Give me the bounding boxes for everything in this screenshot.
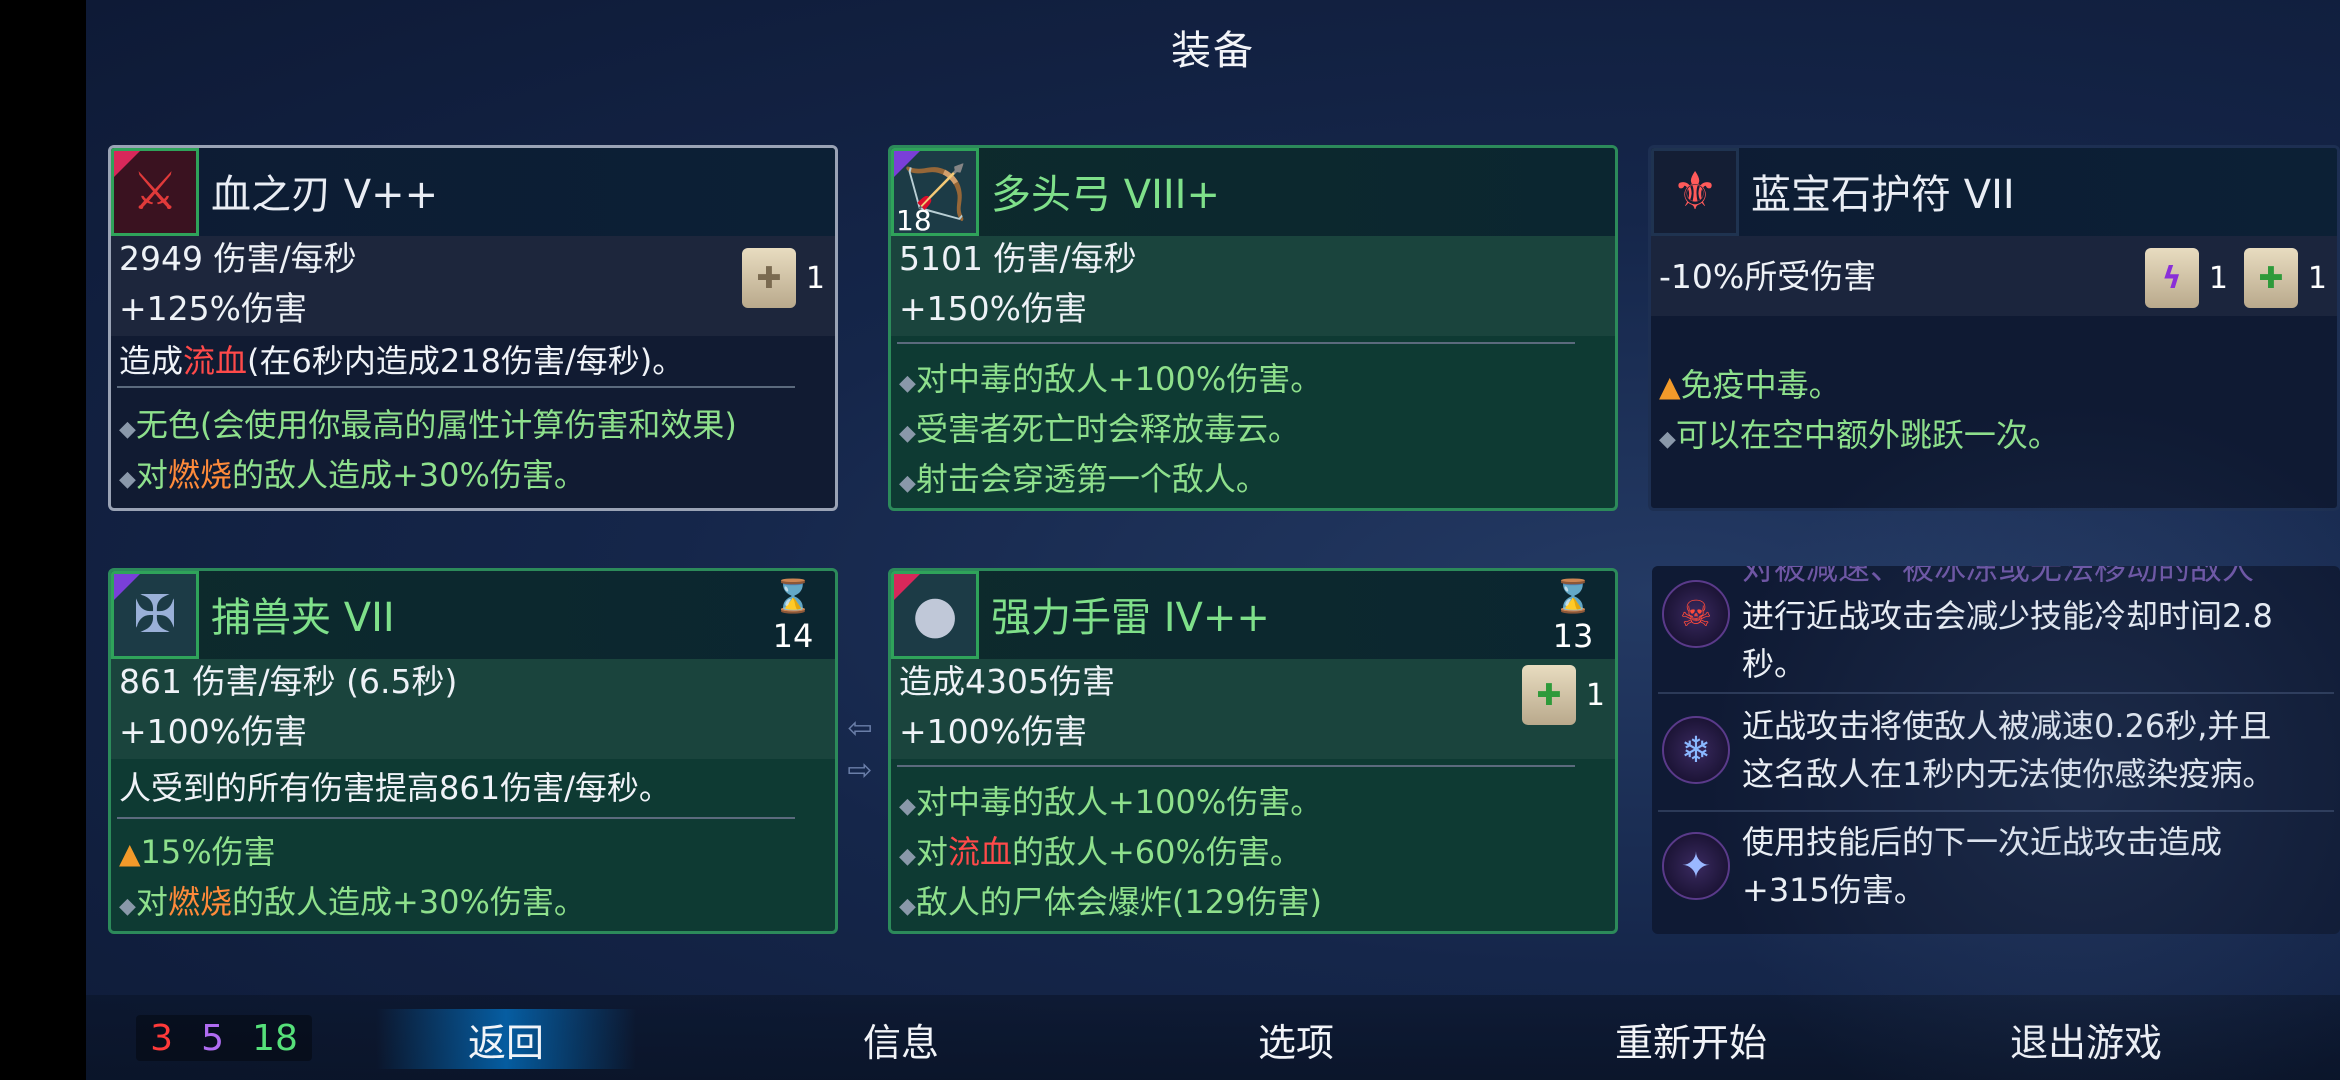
item-description: 造成流血(在6秒内造成218伤害/每秒)。 xyxy=(119,342,685,380)
scroll-icon: ✚ xyxy=(1521,665,1576,725)
ice-scythe-icon: ❄ xyxy=(1662,716,1730,784)
survival-count: 18 xyxy=(252,1017,298,1059)
divider xyxy=(897,342,1575,344)
mutation-row: ❄ 近战攻击将使敌人被减速0.26秒,并且 这名敌人在1秒内无法使你感染疫病。 xyxy=(1652,702,2340,802)
item-affix: ◆受害者死亡时会释放毒云。 xyxy=(899,410,1300,448)
item-card-bear-trap[interactable]: ✠ 捕兽夹 VII ⌛ 14 861 伤害/每秒 (6.5秒) +100%伤害 … xyxy=(108,568,838,934)
hourglass-icon: ⌛ xyxy=(773,577,813,615)
item-affix: ◆无色(会使用你最高的属性计算伤害和效果) xyxy=(119,406,737,444)
tactics-count: 5 xyxy=(201,1017,224,1059)
fire-skull-icon: ☠ xyxy=(1662,580,1730,648)
bow-icon: 🏹 18 xyxy=(891,148,979,237)
scroll-icon: ✚ xyxy=(741,248,796,308)
item-affix: ◆对流血的敌人+60%伤害。 xyxy=(899,833,1302,871)
item-card-blood-blade[interactable]: ⚔ 血之刃 V++ 2949 伤害/每秒 +125%伤害 ✚ 1 造成流血(在6… xyxy=(108,145,838,511)
scroll-rune-icon: ✦ xyxy=(1662,832,1730,900)
item-affix: ◆对燃烧的敌人造成+30%伤害。 xyxy=(119,883,586,921)
cooldown-timer: ⌛ 14 xyxy=(763,577,823,655)
scroll-counters: 3 5 18 xyxy=(136,1015,312,1061)
item-card-grenade[interactable]: ● 强力手雷 IV++ ⌛ 13 造成4305伤害 +100%伤害 ✚ 1 ◆对… xyxy=(888,568,1618,934)
equipment-screen: 装备 ⚔ 血之刃 V++ 2949 伤害/每秒 +125%伤害 ✚ 1 造成流血… xyxy=(86,0,2340,1080)
item-stat-dps: 5101 伤害/每秒 xyxy=(899,239,1137,278)
page-title: 装备 xyxy=(1171,28,1255,74)
brutality-count: 3 xyxy=(150,1017,173,1059)
item-card-sapphire-amulet[interactable]: ⚜ 蓝宝石护符 VII -10%所受伤害 ϟ 1 ✚ 1 ▲免疫中毒。 ◆可以在… xyxy=(1648,145,2340,511)
item-description: 人受到的所有伤害提高861伤害/每秒。 xyxy=(119,769,671,807)
scroll-upgrade: ✚ 1 xyxy=(741,248,825,308)
divider xyxy=(117,386,795,388)
item-affix: ◆可以在空中额外跳跃一次。 xyxy=(1659,416,2060,454)
divider xyxy=(117,817,795,819)
item-stat-dps: 2949 伤害/每秒 xyxy=(119,239,357,278)
item-name: 多头弓 VIII+ xyxy=(991,172,1220,218)
divider xyxy=(1658,810,2334,812)
item-name: 蓝宝石护符 VII xyxy=(1751,172,2015,218)
item-name: 强力手雷 IV++ xyxy=(991,595,1270,641)
scroll-tactics: ϟ 1 xyxy=(2144,248,2228,308)
item-affix: ◆对中毒的敌人+100%伤害。 xyxy=(899,360,1323,398)
item-name: 捕兽夹 VII xyxy=(211,595,395,641)
item-stat-bonus: +150%伤害 xyxy=(899,289,1087,328)
item-stat-bonus: +125%伤害 xyxy=(119,289,307,328)
amulet-icon: ⚜ xyxy=(1651,148,1739,236)
scroll-icon: ✚ xyxy=(2243,248,2298,308)
bottom-nav-bar: 3 5 18 返回 信息 选项 重新开始 退出游戏 xyxy=(86,995,2340,1080)
scroll-icon: ϟ xyxy=(2144,248,2199,308)
item-stat-bonus: +100%伤害 xyxy=(899,712,1087,751)
cooldown-timer: ⌛ 13 xyxy=(1543,577,1603,655)
blood-blade-icon: ⚔ xyxy=(111,148,199,236)
mutations-panel[interactable]: ☠ 对被减速、被冰冻或无法移动的敌人 进行近战攻击会减少技能冷却时间2.8 秒。… xyxy=(1652,566,2340,934)
restart-button[interactable]: 重新开始 xyxy=(1561,1009,1821,1069)
item-affix: ◆对中毒的敌人+100%伤害。 xyxy=(899,783,1323,821)
scroll-survival: ✚ 1 xyxy=(2243,248,2327,308)
mutation-row: ☠ 对被减速、被冰冻或无法移动的敌人 进行近战攻击会减少技能冷却时间2.8 秒。 xyxy=(1652,566,2340,684)
item-stat-bonus: +100%伤害 xyxy=(119,712,307,751)
bear-trap-icon: ✠ xyxy=(111,571,199,659)
grenade-icon: ● xyxy=(891,571,979,659)
quit-game-button[interactable]: 退出游戏 xyxy=(1956,1009,2216,1069)
item-affix: ▲15%伤害 xyxy=(119,833,276,871)
info-button[interactable]: 信息 xyxy=(771,1009,1031,1069)
item-affix: ◆敌人的尸体会爆炸(129伤害) xyxy=(899,883,1322,921)
item-name: 血之刃 V++ xyxy=(211,172,439,218)
item-stat-dps: 861 伤害/每秒 (6.5秒) xyxy=(119,662,458,701)
options-button[interactable]: 选项 xyxy=(1166,1009,1426,1069)
item-affix: ◆对燃烧的敌人造成+30%伤害。 xyxy=(119,456,586,494)
mutation-row: ✦ 使用技能后的下一次近战攻击造成 +315伤害。 xyxy=(1652,818,2340,918)
item-stat-defense: -10%所受伤害 xyxy=(1659,257,1877,296)
item-stat-damage: 造成4305伤害 xyxy=(899,662,1115,701)
item-affix: ◆射击会穿透第一个敌人。 xyxy=(899,460,1268,498)
item-affix: ▲免疫中毒。 xyxy=(1659,366,1841,404)
divider xyxy=(1658,692,2334,694)
back-button[interactable]: 返回 xyxy=(376,1009,636,1069)
divider xyxy=(897,765,1575,767)
swap-arrows-icon[interactable]: ⇦ ⇨ xyxy=(838,708,882,792)
hourglass-icon: ⌛ xyxy=(1553,577,1593,615)
scroll-survival: ✚ 1 xyxy=(1521,665,1605,725)
item-card-multi-bow[interactable]: 🏹 18 多头弓 VIII+ 5101 伤害/每秒 +150%伤害 ◆对中毒的敌… xyxy=(888,145,1618,511)
